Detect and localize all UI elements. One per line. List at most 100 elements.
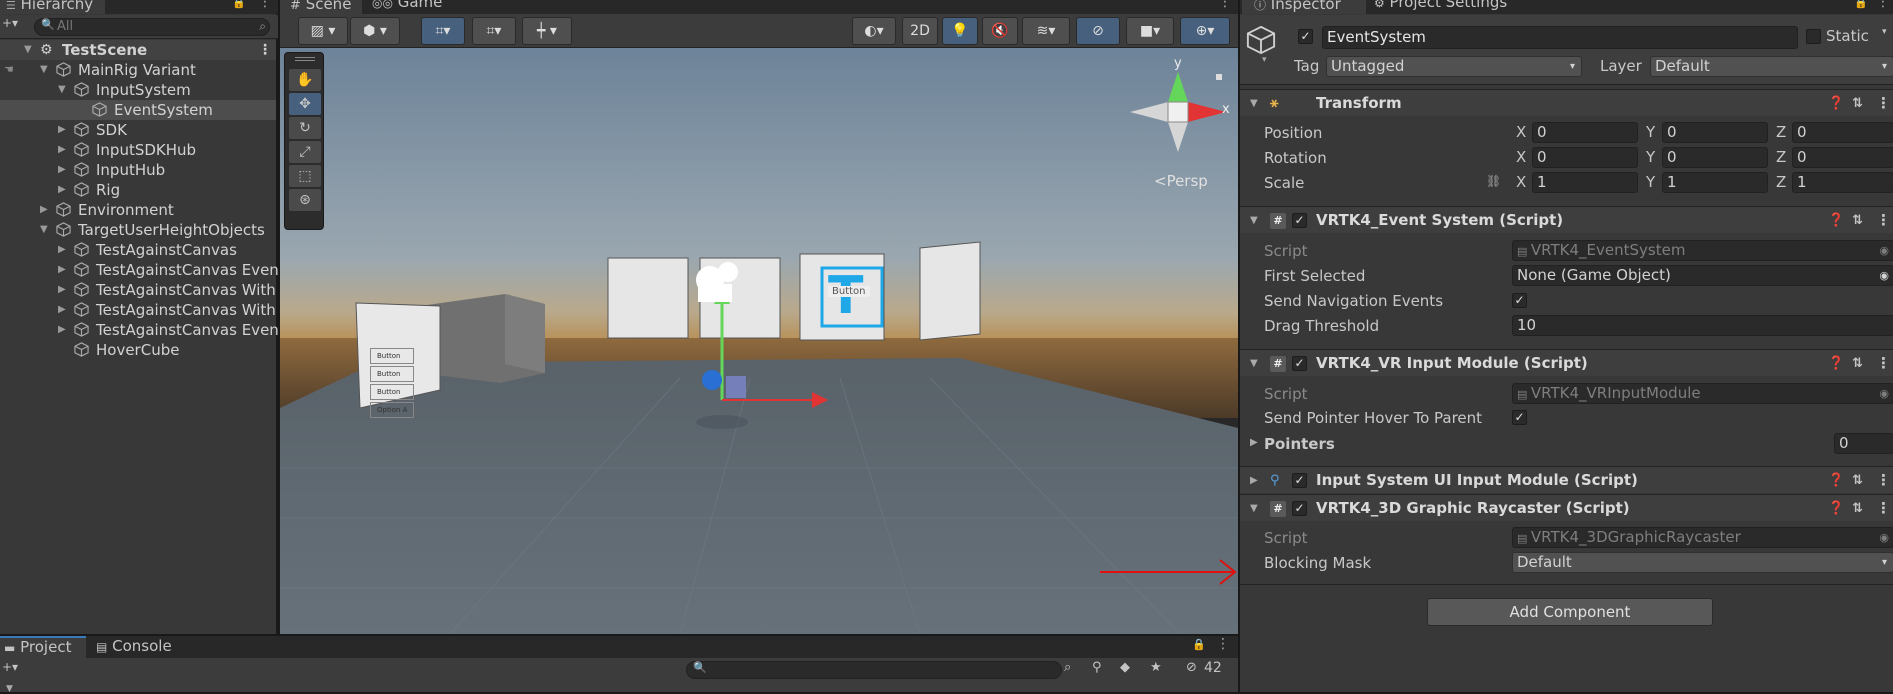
expand-arrow-icon[interactable]: ▶ [58, 280, 66, 300]
expand-arrow-icon[interactable]: ▶ [58, 120, 66, 140]
grid-snap-toggle[interactable]: ⌗▾ [421, 17, 465, 45]
tab-inspector[interactable]: ⓘ Inspector [1242, 0, 1366, 14]
create-dropdown[interactable]: +▾ [2, 16, 18, 30]
rect-tool-button[interactable]: ⬚ [289, 165, 321, 187]
active-checkbox[interactable]: ✓ [1298, 29, 1313, 44]
persp-label[interactable]: <Persp [1154, 172, 1208, 190]
gizmos-dropdown[interactable]: ⊕▾ [1180, 17, 1230, 45]
lock-icon[interactable]: 🔒 [1854, 0, 1868, 9]
tree-row[interactable]: ▶ Environment [0, 200, 276, 220]
collapse-arrow-icon[interactable]: ▼ [40, 220, 48, 240]
expand-arrow-icon[interactable]: ▶ [1250, 467, 1258, 494]
expand-arrow-icon[interactable]: ▶ [40, 200, 48, 220]
presets-icon[interactable]: ⇅ [1852, 90, 1863, 117]
label-tag-icon[interactable]: ◆ [1120, 660, 1130, 675]
first-selected-field[interactable]: None (Game Object) ◉ [1512, 265, 1893, 286]
tab-game[interactable]: ◎◎ Game [368, 0, 448, 14]
static-checkbox[interactable] [1806, 29, 1821, 44]
presets-icon[interactable]: ⇅ [1852, 495, 1863, 522]
component-menu-icon[interactable]: ⋮ [1876, 350, 1891, 377]
object-name-field[interactable]: EventSystem [1322, 26, 1798, 49]
tree-row[interactable]: HoverCube [0, 340, 276, 360]
presets-icon[interactable]: ⇅ [1852, 467, 1863, 494]
pointers-count-field[interactable]: 0 [1834, 433, 1893, 454]
lighting-toggle[interactable]: 💡 [942, 17, 978, 45]
transform-header[interactable]: ▼ ⚹ Transform ❓ ⇅ ⋮ [1240, 89, 1893, 116]
component-enabled-checkbox[interactable]: ✓ [1292, 501, 1307, 516]
lock-icon[interactable]: 🔒 [232, 0, 246, 9]
view-orientation-gizmo[interactable]: y x <Persp [1122, 56, 1234, 206]
presets-icon[interactable]: ⇅ [1852, 350, 1863, 377]
project-search-input[interactable]: 🔍 [686, 661, 1062, 679]
help-icon[interactable]: ❓ [1828, 467, 1844, 494]
component-enabled-checkbox[interactable]: ✓ [1292, 356, 1307, 371]
tab-project[interactable]: ▬ Project [0, 636, 86, 658]
object-picker-icon[interactable]: ◉ [1879, 528, 1889, 547]
draw-mode-dropdown[interactable]: ▨ ▾ [298, 17, 348, 45]
help-icon[interactable]: ❓ [1828, 207, 1844, 234]
tree-row-scene[interactable]: ▼ ⚙ TestScene ⋮ [0, 40, 276, 60]
expand-arrow-icon[interactable]: ▶ [1250, 437, 1258, 448]
effects-dropdown[interactable]: ≋▾ [1022, 17, 1070, 45]
raycaster-header[interactable]: ▼ # ✓ VRTK4_3D Graphic Raycaster (Script… [1240, 494, 1893, 521]
expand-arrow-icon[interactable]: ▶ [58, 320, 66, 340]
create-dropdown[interactable]: +▾ [2, 660, 18, 674]
expand-arrow-icon[interactable]: ▶ [58, 180, 66, 200]
scale-x-field[interactable]: 1 [1532, 172, 1638, 193]
expand-arrow-icon[interactable]: ▶ [58, 300, 66, 320]
filter-icon[interactable]: ⚲ [1092, 660, 1102, 675]
tree-row[interactable]: ▼ InputSystem [0, 80, 276, 100]
toggle-2d-button[interactable]: 2D [902, 17, 938, 45]
constrain-proportions-icon[interactable]: ⛓ [1486, 174, 1501, 188]
component-menu-icon[interactable]: ⋮ [1876, 90, 1891, 117]
component-menu-icon[interactable]: ⋮ [1876, 467, 1891, 494]
rotation-y-field[interactable]: 0 [1662, 147, 1768, 168]
object-picker-icon[interactable]: ◉ [1879, 266, 1889, 285]
vr-input-header[interactable]: ▼ # ✓ VRTK4_VR Input Module (Script) ❓ ⇅… [1240, 349, 1893, 376]
rotation-z-field[interactable]: 0 [1792, 147, 1893, 168]
tree-row[interactable]: ▶ InputSDKHub [0, 140, 276, 160]
lock-icon[interactable]: 🔒 [1192, 638, 1206, 651]
object-picker-icon[interactable]: ◉ [1879, 384, 1889, 403]
help-icon[interactable]: ❓ [1828, 90, 1844, 117]
help-icon[interactable]: ❓ [1828, 495, 1844, 522]
more-menu-icon[interactable]: ⋮ [1218, 0, 1232, 10]
rotate-tool-button[interactable]: ↻ [289, 117, 321, 139]
tree-row[interactable]: ▶ InputHub [0, 160, 276, 180]
scale-tool-button[interactable]: ⤢ [289, 141, 321, 163]
tree-row[interactable]: ▶ SDK [0, 120, 276, 140]
hidden-objects-toggle[interactable]: ⊘ [1076, 17, 1120, 45]
collapse-arrow-icon[interactable]: ▼ [24, 40, 32, 60]
position-y-field[interactable]: 0 [1662, 122, 1768, 143]
audio-toggle[interactable]: 🔇 [982, 17, 1018, 45]
script-field[interactable]: ▤ VRTK4_3DGraphicRaycaster ◉ [1512, 527, 1893, 548]
orientation-dropdown[interactable]: ◐▾ [852, 17, 896, 45]
tree-row[interactable]: ☚ ▼ MainRig Variant [0, 60, 276, 80]
expand-arrow-icon[interactable]: ▶ [58, 260, 66, 280]
add-component-button[interactable]: Add Component [1427, 598, 1713, 626]
search-by-type-icon[interactable]: ⌕ [1064, 660, 1071, 675]
static-dropdown-icon[interactable]: ▾ [1882, 27, 1887, 37]
collapse-arrow-icon[interactable]: ▼ [58, 80, 66, 100]
script-field[interactable]: ▤ VRTK4_EventSystem ◉ [1512, 240, 1893, 261]
search-filter-icon[interactable]: ⌕ [259, 19, 266, 34]
increment-snap-dropdown[interactable]: ┿ ▾ [522, 17, 572, 45]
position-z-field[interactable]: 0 [1792, 122, 1893, 143]
render-mode-dropdown[interactable]: ⬢ ▾ [350, 17, 400, 45]
blocking-mask-dropdown[interactable]: Default ▾ [1512, 552, 1893, 573]
expand-arrow-icon[interactable]: ▶ [58, 140, 66, 160]
hand-tool-button[interactable]: ✋ [289, 69, 321, 91]
presets-icon[interactable]: ⇅ [1852, 207, 1863, 234]
expand-arrow-icon[interactable]: ▶ [58, 240, 66, 260]
tree-row-selected[interactable]: EventSystem [0, 100, 276, 120]
scene-viewport[interactable]: Button Button Button Option A T Button ✋… [280, 48, 1238, 634]
drag-threshold-field[interactable]: 10 [1512, 315, 1893, 336]
collapse-arrow-icon[interactable]: ▼ [1250, 495, 1258, 522]
position-x-field[interactable]: 0 [1532, 122, 1638, 143]
send-navigation-checkbox[interactable]: ✓ [1512, 293, 1527, 308]
tab-project-settings[interactable]: ⚙ Project Settings [1370, 0, 1520, 14]
component-enabled-checkbox[interactable]: ✓ [1292, 473, 1307, 488]
collapse-arrow-icon[interactable]: ▼ [1250, 90, 1258, 117]
tab-scene[interactable]: # Scene [280, 0, 362, 14]
tree-row[interactable]: ▶ TestAgainstCanvas With [0, 280, 276, 300]
